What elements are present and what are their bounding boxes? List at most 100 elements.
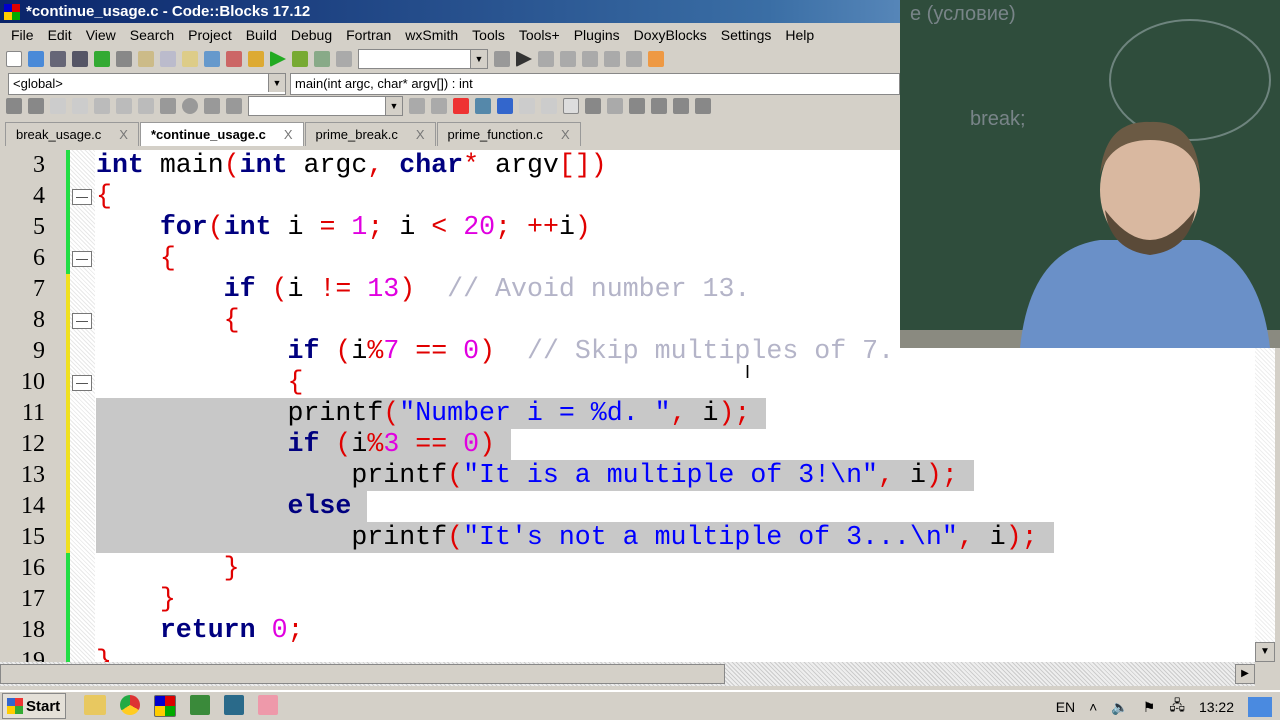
- clock[interactable]: 13:22: [1199, 699, 1234, 715]
- scope-select[interactable]: <global> ▼: [8, 73, 286, 95]
- back-icon[interactable]: [409, 98, 425, 114]
- menu-doxyblocks[interactable]: DoxyBlocks: [627, 24, 714, 46]
- menu-debug[interactable]: Debug: [284, 24, 339, 46]
- redo-icon[interactable]: [116, 51, 132, 67]
- stop-debug-icon[interactable]: [626, 51, 642, 67]
- menu-fortran[interactable]: Fortran: [339, 24, 398, 46]
- build-icon[interactable]: [248, 51, 264, 67]
- fold-toggle-icon[interactable]: [72, 251, 92, 267]
- menu-edit[interactable]: Edit: [41, 24, 79, 46]
- build-run-icon[interactable]: [292, 51, 308, 67]
- doxy-icon[interactable]: [6, 98, 22, 114]
- layout-icon[interactable]: [563, 98, 579, 114]
- debug-windows-icon[interactable]: [648, 51, 664, 67]
- comment-block-icon[interactable]: [50, 98, 66, 114]
- menu-settings[interactable]: Settings: [714, 24, 779, 46]
- menu-plugins[interactable]: Plugins: [567, 24, 627, 46]
- jump-icon[interactable]: [28, 98, 44, 114]
- run-icon[interactable]: [270, 51, 286, 67]
- close-icon[interactable]: X: [561, 127, 570, 142]
- code-line[interactable]: 13 printf("It is a multiple of 3!\n", i)…: [0, 460, 1255, 491]
- language-indicator[interactable]: EN: [1056, 699, 1075, 715]
- code-line[interactable]: 19}: [0, 646, 1255, 662]
- app-icon[interactable]: [190, 695, 210, 715]
- clear-icon[interactable]: [226, 98, 242, 114]
- find-icon[interactable]: [204, 51, 220, 67]
- close-icon[interactable]: X: [119, 127, 128, 142]
- new-file-icon[interactable]: [6, 51, 22, 67]
- start-button[interactable]: Start: [2, 693, 66, 719]
- debug-continue-icon[interactable]: [516, 51, 532, 67]
- network-icon[interactable]: 🖧: [1169, 695, 1185, 719]
- cursor-icon[interactable]: [541, 98, 557, 114]
- doxy-wizard-icon[interactable]: [94, 98, 110, 114]
- scroll-right-button[interactable]: ▶: [1235, 664, 1255, 684]
- show-desktop-button[interactable]: [1248, 697, 1272, 717]
- menu-file[interactable]: File: [4, 24, 41, 46]
- close-icon[interactable]: X: [284, 127, 293, 142]
- tab-prime_functionc[interactable]: prime_function.c X: [436, 122, 581, 146]
- code-line[interactable]: 17 }: [0, 584, 1255, 615]
- function-select[interactable]: main(int argc, char* argv[]) : int: [290, 73, 900, 95]
- vertical-scrollbar[interactable]: ▼: [1255, 348, 1275, 662]
- fold-toggle-icon[interactable]: [72, 189, 92, 205]
- save-all-icon[interactable]: [72, 51, 88, 67]
- menu-help[interactable]: Help: [778, 24, 821, 46]
- menu-tools[interactable]: Tools+: [512, 24, 567, 46]
- fold-toggle-icon[interactable]: [72, 313, 92, 329]
- action-center-flag-icon[interactable]: ⚑: [1143, 699, 1156, 716]
- layout-icon[interactable]: [651, 98, 667, 114]
- pause-icon[interactable]: [604, 51, 620, 67]
- undo-icon[interactable]: [94, 51, 110, 67]
- layout-icon[interactable]: [629, 98, 645, 114]
- code-line[interactable]: 16 }: [0, 553, 1255, 584]
- codeblocks-taskbar-icon[interactable]: [154, 695, 176, 717]
- menu-search[interactable]: Search: [123, 24, 181, 46]
- cut-icon[interactable]: [138, 51, 154, 67]
- save-icon[interactable]: [50, 51, 66, 67]
- step-into-icon[interactable]: [560, 51, 576, 67]
- replace-icon[interactable]: [226, 51, 242, 67]
- fold-toggle-icon[interactable]: [72, 375, 92, 391]
- build-target-select[interactable]: ▼: [358, 49, 488, 69]
- selected-text-icon[interactable]: [475, 98, 491, 114]
- code-line[interactable]: 14 else: [0, 491, 1255, 522]
- forward-icon[interactable]: [431, 98, 447, 114]
- open-icon[interactable]: [28, 51, 44, 67]
- comment-line-icon[interactable]: [72, 98, 88, 114]
- scroll-down-button[interactable]: ▼: [1255, 642, 1275, 662]
- step-out-icon[interactable]: [582, 51, 598, 67]
- show-hidden-icons-icon[interactable]: ˄: [1089, 699, 1097, 715]
- wrench-icon[interactable]: [138, 98, 154, 114]
- code-line[interactable]: 10 {: [0, 367, 1255, 398]
- app-icon[interactable]: [224, 695, 244, 715]
- horizontal-scroll-thumb[interactable]: [0, 664, 725, 684]
- copy-icon[interactable]: [160, 51, 176, 67]
- chrome-icon[interactable]: [120, 695, 140, 715]
- match-case-icon[interactable]: [497, 98, 513, 114]
- toggle-bookmark-icon[interactable]: [182, 98, 198, 114]
- prev-bookmark-icon[interactable]: [160, 98, 176, 114]
- layout-icon[interactable]: [695, 98, 711, 114]
- layout-icon[interactable]: [673, 98, 689, 114]
- layout-icon[interactable]: [585, 98, 601, 114]
- close-icon[interactable]: X: [416, 127, 425, 142]
- code-line[interactable]: 12 if (i%3 == 0): [0, 429, 1255, 460]
- regex-icon[interactable]: [519, 98, 535, 114]
- menu-view[interactable]: View: [79, 24, 123, 46]
- debug-icon[interactable]: [494, 51, 510, 67]
- tab-break_usagec[interactable]: break_usage.c X: [5, 122, 139, 146]
- next-bookmark-icon[interactable]: [204, 98, 220, 114]
- code-line[interactable]: 15 printf("It's not a multiple of 3...\n…: [0, 522, 1255, 553]
- volume-icon[interactable]: 🔈: [1111, 699, 1128, 716]
- tab-prime_breakc[interactable]: prime_break.c X: [304, 122, 436, 146]
- tab-continue_usagec[interactable]: *continue_usage.c X: [139, 122, 304, 146]
- highlight-icon[interactable]: [453, 98, 469, 114]
- rebuild-icon[interactable]: [314, 51, 330, 67]
- horizontal-scrollbar[interactable]: ▶: [0, 662, 1255, 686]
- menu-project[interactable]: Project: [181, 24, 239, 46]
- menu-tools[interactable]: Tools: [465, 24, 512, 46]
- app-icon[interactable]: [258, 695, 278, 715]
- help-icon[interactable]: [116, 98, 132, 114]
- menu-build[interactable]: Build: [239, 24, 284, 46]
